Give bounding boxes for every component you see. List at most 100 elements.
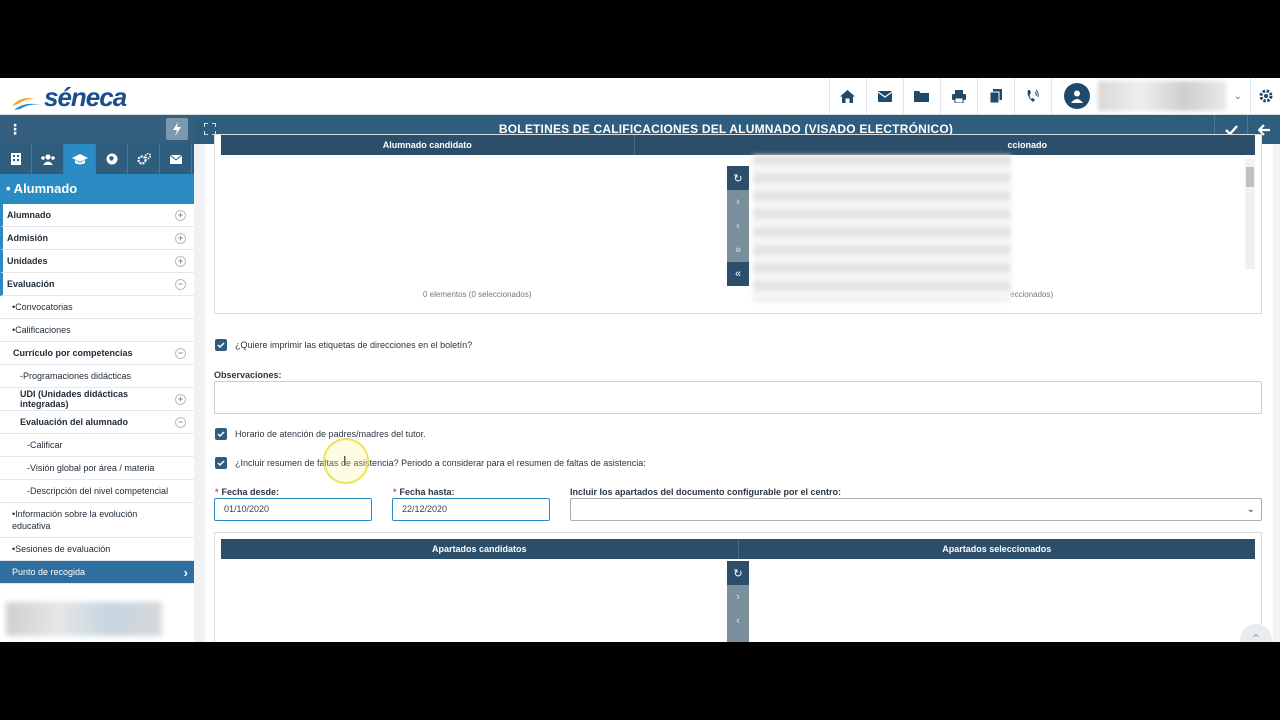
- expand-plus-icon[interactable]: +: [175, 232, 186, 244]
- sidebar-item[interactable]: UDI (Unidades didácticas integradas) +: [0, 388, 194, 411]
- sidebar-item[interactable]: Evaluación −: [0, 273, 194, 296]
- fecha-hasta-input[interactable]: 22/12/2020: [392, 498, 550, 521]
- collapse-minus-icon[interactable]: −: [175, 416, 186, 428]
- fecha-hasta-text: Fecha hasta:: [399, 487, 455, 497]
- map-icon[interactable]: [96, 144, 128, 174]
- sidebar-item-label: Unidades: [7, 256, 48, 266]
- expand-plus-icon[interactable]: +: [175, 393, 186, 405]
- expand-plus-icon[interactable]: +: [175, 209, 186, 221]
- sidebar-item[interactable]: Admisión +: [0, 227, 194, 250]
- fecha-hasta-label: * Fecha hasta:: [393, 487, 455, 497]
- sidebar-item[interactable]: -Programaciones didácticas: [0, 365, 194, 388]
- graduation-cap-icon[interactable]: [64, 144, 96, 174]
- apartados-select-label: Incluir los apartados del documento conf…: [570, 487, 842, 497]
- move-all-left-icon[interactable]: «: [727, 262, 749, 286]
- top-header: séneca ⌄: [0, 78, 1280, 115]
- sidebar-item[interactable]: Unidades +: [0, 250, 194, 273]
- required-mark: *: [393, 487, 397, 497]
- sidebar-item[interactable]: •Sesiones de evaluación: [0, 538, 194, 561]
- top-icon-bar: ⌄: [828, 78, 1280, 114]
- settings-gear-icon[interactable]: [1250, 78, 1280, 114]
- move-left-icon[interactable]: ‹: [727, 609, 749, 633]
- sidebar-item[interactable]: -Visión global por área / materia: [0, 457, 194, 480]
- apartados-seleccionados-header: Apartados seleccionados: [737, 539, 1256, 559]
- faltas-checkbox[interactable]: [215, 457, 227, 469]
- expand-plus-icon[interactable]: +: [175, 255, 186, 267]
- apartados-candidatos-header: Apartados candidatos: [431, 544, 527, 554]
- sidebar-item-label: UDI (Unidades didácticas integradas): [20, 389, 129, 409]
- move-right-icon[interactable]: ›: [727, 190, 749, 214]
- folder-icon[interactable]: [902, 78, 940, 114]
- print-labels-checkbox[interactable]: [215, 339, 227, 351]
- envelope-icon[interactable]: [160, 144, 192, 174]
- apartados-dual-list: Apartados candidatos Apartados seleccion…: [214, 532, 1262, 642]
- seneca-logo[interactable]: séneca: [10, 82, 127, 112]
- lightning-icon[interactable]: [166, 118, 188, 140]
- dual-list-header: Alumnado candidato ccionado: [221, 135, 1255, 155]
- sidebar-item-label: Evaluación del alumnado: [20, 417, 129, 427]
- sidebar-item-label: Admisión: [7, 233, 49, 243]
- sidebar-item[interactable]: -Descripción del nivel competencial: [0, 480, 194, 503]
- horario-checkbox[interactable]: [215, 428, 227, 440]
- collapse-minus-icon[interactable]: −: [175, 278, 186, 290]
- sidebar-item[interactable]: •Información sobre la evolución educativ…: [0, 503, 194, 538]
- text-cursor-icon: I: [343, 453, 347, 468]
- alumnado-dual-list: Alumnado candidato ccionado ↻ › ‹ » « 0 …: [214, 134, 1262, 314]
- chevron-down-icon: ⌄: [1246, 504, 1255, 515]
- sidebar-item[interactable]: -Calificar: [0, 434, 194, 457]
- sidebar: • Alumnado Alumnado + Admisión + Unidades + Ev…: [0, 144, 194, 642]
- print-icon[interactable]: [939, 78, 977, 114]
- alumnado-candidato-header: Alumnado candidato: [382, 140, 472, 150]
- sidebar-item-label: •Información sobre la evolución educativ…: [12, 509, 138, 531]
- alumnado-seleccionado-header: ccionado: [633, 135, 1256, 155]
- refresh-icon[interactable]: ↻: [727, 166, 749, 190]
- main-content: Alumnado candidato ccionado ↻ › ‹ » « 0 …: [205, 134, 1273, 642]
- sidebar-item[interactable]: •Convocatorias: [0, 296, 194, 319]
- faltas-row: ¿Incluir resumen de faltas de asistencia…: [215, 457, 646, 469]
- sidebar-section-title: • Alumnado: [0, 174, 194, 204]
- sidebar-item-label: -Programaciones didácticas: [20, 371, 132, 381]
- users-icon[interactable]: [32, 144, 64, 174]
- horario-label: Horario de atención de padres/madres del…: [235, 429, 426, 439]
- alumnado-mover-buttons: ↻ › ‹ » «: [727, 166, 749, 286]
- home-icon[interactable]: [828, 78, 866, 114]
- logo-text: séneca: [44, 82, 127, 112]
- move-left-icon[interactable]: ‹: [727, 214, 749, 238]
- fecha-desde-input[interactable]: 01/10/2020: [214, 498, 372, 521]
- gears-icon[interactable]: [128, 144, 160, 174]
- faltas-label: ¿Incluir resumen de faltas de asistencia…: [235, 458, 646, 468]
- observaciones-label: Observaciones:: [214, 370, 282, 380]
- building-icon[interactable]: [0, 144, 32, 174]
- horario-row: Horario de atención de padres/madres del…: [215, 428, 426, 440]
- move-all-right-icon[interactable]: »: [727, 238, 749, 262]
- sidebar-item[interactable]: Currículo por competencias −: [0, 342, 194, 365]
- documents-icon[interactable]: [976, 78, 1014, 114]
- sidebar-item[interactable]: •Calificaciones: [0, 319, 194, 342]
- sidebar-item-label: •Convocatorias: [12, 302, 73, 312]
- print-labels-label: ¿Quiere imprimir las etiquetas de direcc…: [235, 340, 473, 350]
- user-menu[interactable]: ⌄: [1050, 78, 1250, 114]
- chevron-down-icon: ⌄: [1233, 90, 1242, 102]
- collapse-minus-icon[interactable]: −: [175, 347, 186, 359]
- sidebar-item-label: Currículo por competencias: [13, 348, 133, 358]
- selected-students-blurred: [753, 155, 1011, 301]
- apartados-header: Apartados candidatos Apartados seleccion…: [221, 539, 1255, 559]
- blurred-footer-logo: [6, 602, 162, 636]
- vertical-menu-icon[interactable]: ⋮: [8, 121, 22, 138]
- move-all-right-icon[interactable]: »: [727, 633, 749, 642]
- sidebar-item[interactable]: Alumnado +: [0, 204, 194, 227]
- list-scrollbar[interactable]: [1245, 159, 1255, 269]
- move-right-icon[interactable]: ›: [727, 585, 749, 609]
- browser-viewport: séneca ⌄ ⋮ BOLETINES DE CALIFICACIONES D…: [0, 78, 1280, 642]
- mail-icon[interactable]: [865, 78, 903, 114]
- phone-icon[interactable]: [1013, 78, 1051, 114]
- refresh-icon[interactable]: ↻: [727, 561, 749, 585]
- user-avatar-icon: [1063, 83, 1090, 109]
- observaciones-textarea[interactable]: [214, 381, 1262, 414]
- sidebar-item[interactable]: Punto de recogida ›: [0, 561, 194, 584]
- sidebar-item[interactable]: Evaluación del alumnado −: [0, 411, 194, 434]
- apartados-select[interactable]: ⌄: [570, 498, 1262, 521]
- left-count: 0 elementos (0 seleccionados): [423, 290, 532, 299]
- right-count: eccionados): [1010, 290, 1054, 299]
- user-name-blurred: [1097, 81, 1226, 111]
